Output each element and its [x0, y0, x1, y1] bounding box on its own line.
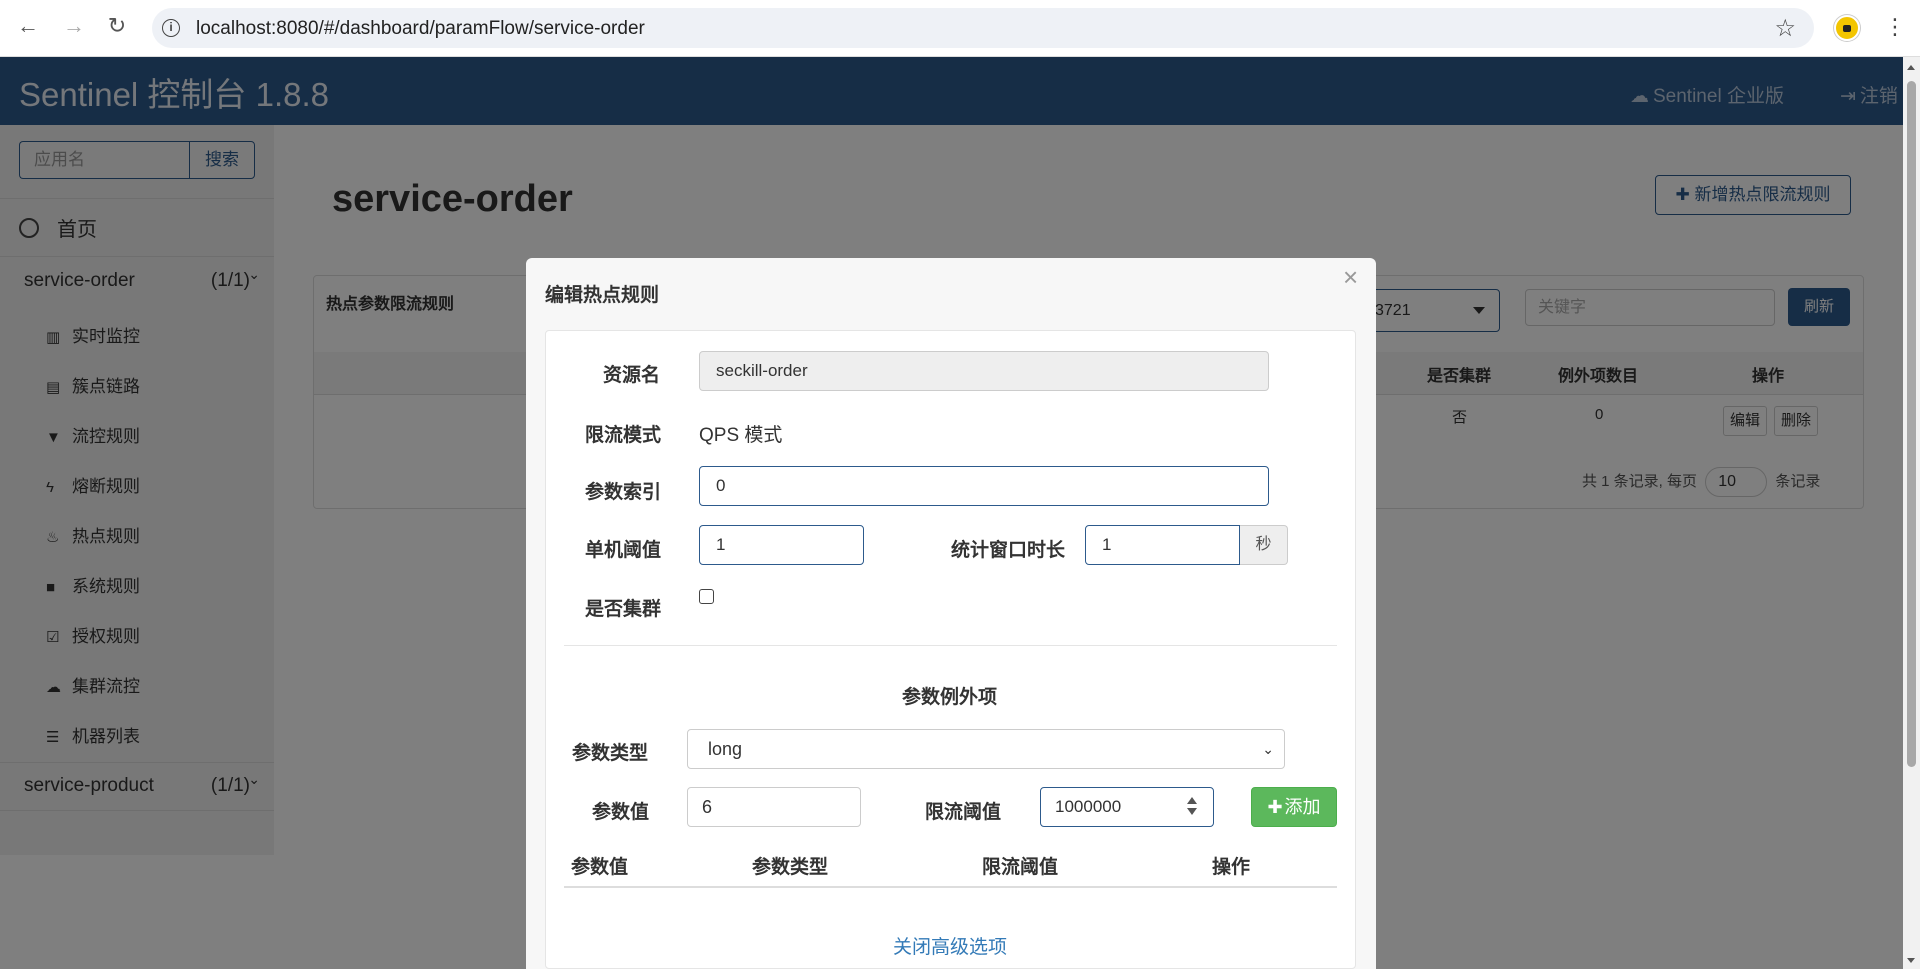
bookmark-star-icon[interactable]: ☆	[1774, 14, 1796, 43]
add-exception-button[interactable]: ✚ 添加	[1251, 787, 1337, 827]
window-unit-addon: 秒	[1240, 525, 1288, 565]
exception-section-title: 参数例外项	[902, 687, 998, 708]
threshold-label: 单机阈值	[585, 540, 662, 561]
form-separator	[564, 645, 1337, 646]
browser-menu-icon[interactable]: ⋮	[1884, 14, 1906, 40]
limit-threshold-value: 1000000	[1055, 797, 1122, 816]
resource-label: 资源名	[603, 365, 661, 386]
url-text[interactable]: localhost:8080/#/dashboard/paramFlow/ser…	[196, 18, 645, 40]
param-index-input[interactable]: 0	[699, 466, 1269, 506]
param-type-select[interactable]: long ⌄	[687, 729, 1285, 769]
browser-toolbar: ← → ↻ i localhost:8080/#/dashboard/param…	[0, 0, 1920, 57]
mode-value: QPS 模式	[699, 425, 783, 446]
back-icon[interactable]: ←	[14, 12, 42, 40]
cluster-checkbox[interactable]	[699, 589, 714, 604]
param-index-label: 参数索引	[585, 482, 662, 503]
cluster-label: 是否集群	[585, 599, 662, 620]
close-advanced-options-link[interactable]: 关闭高级选项	[893, 932, 1007, 959]
limit-label: 限流阈值	[925, 802, 1002, 823]
exception-table-divider	[564, 886, 1337, 888]
dialog-title: 编辑热点规则	[545, 285, 660, 306]
resource-name-input[interactable]: seckill-order	[699, 351, 1269, 391]
scroll-down-icon[interactable]	[1907, 958, 1915, 963]
mode-label: 限流模式	[585, 425, 662, 446]
param-type-value: long	[708, 739, 743, 759]
address-bar[interactable]: i localhost:8080/#/dashboard/paramFlow/s…	[152, 8, 1814, 48]
threshold-input[interactable]: 1	[699, 525, 864, 565]
close-icon[interactable]: ×	[1343, 262, 1358, 293]
page-scrollbar[interactable]	[1903, 57, 1920, 969]
window-duration-input[interactable]: 1	[1085, 525, 1240, 565]
plus-icon: ✚	[1267, 797, 1283, 817]
forward-icon[interactable]: →	[60, 12, 88, 40]
exception-header-limit: 限流阈值	[982, 857, 1059, 878]
profile-avatar[interactable]	[1834, 15, 1860, 41]
exception-header-value: 参数值	[571, 857, 629, 878]
param-type-label: 参数类型	[572, 743, 649, 764]
param-value-label: 参数值	[592, 802, 650, 823]
chevron-down-icon: ⌄	[1262, 741, 1274, 757]
add-button-label: 添加	[1284, 797, 1321, 817]
exception-header-type: 参数类型	[752, 857, 829, 878]
scrollbar-thumb[interactable]	[1907, 81, 1916, 767]
exception-header-actions: 操作	[1212, 857, 1251, 878]
reload-icon[interactable]: ↻	[103, 12, 131, 40]
param-value-input[interactable]: 6	[687, 787, 861, 827]
window-label: 统计窗口时长	[951, 540, 1066, 561]
limit-threshold-input[interactable]: 1000000	[1040, 787, 1214, 827]
scroll-up-icon[interactable]	[1907, 65, 1915, 70]
spinner-icon[interactable]	[1187, 797, 1197, 817]
site-info-icon[interactable]: i	[162, 19, 180, 37]
